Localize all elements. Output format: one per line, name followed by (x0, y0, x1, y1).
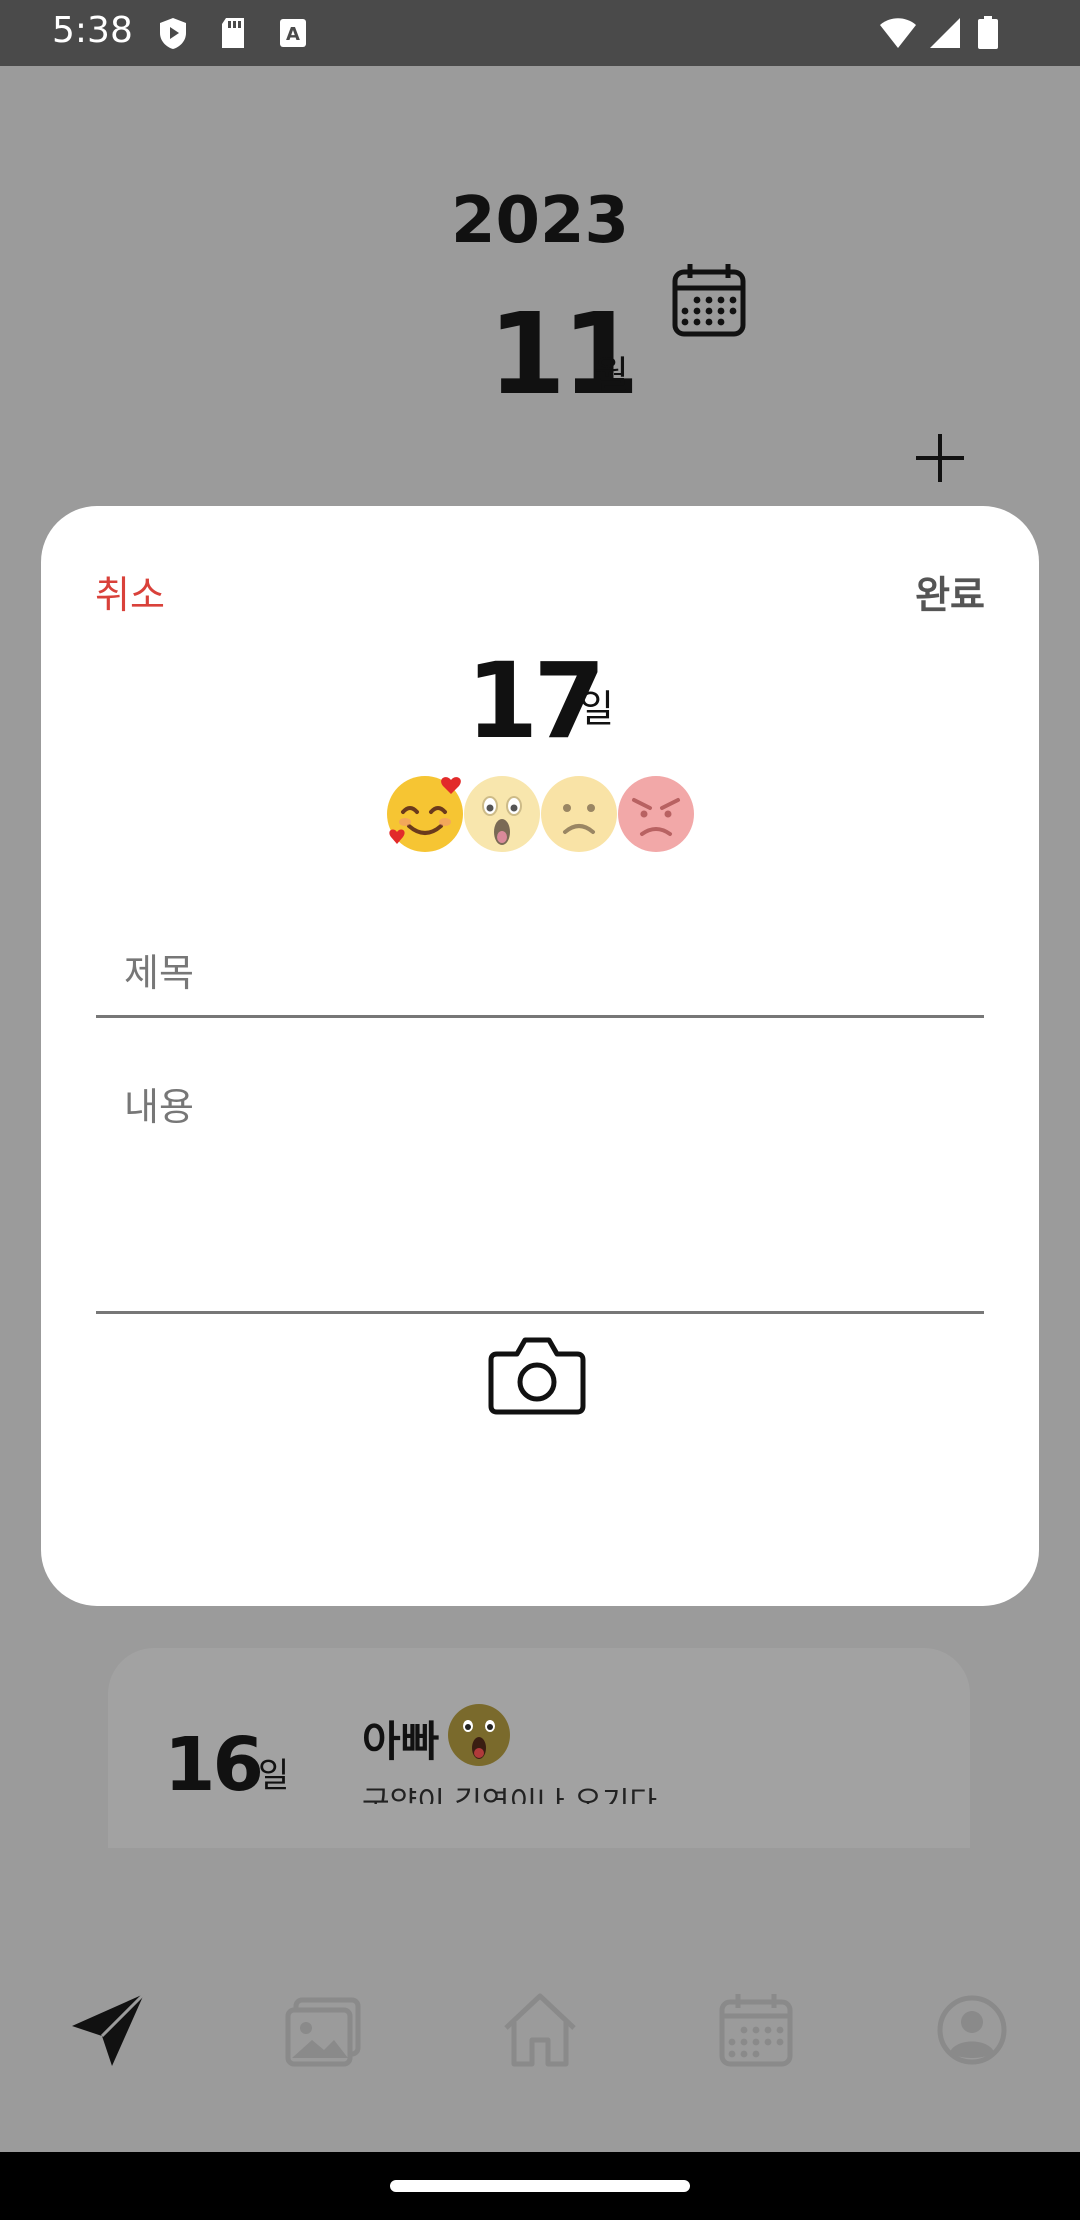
wifi-icon (880, 18, 916, 48)
calendar-picker-icon[interactable] (670, 262, 748, 340)
status-time: 5:38 (52, 10, 133, 51)
done-button[interactable]: 완료 (915, 564, 985, 619)
bottom-nav (0, 1960, 1080, 2100)
camera-icon[interactable] (487, 1330, 587, 1420)
calendar-icon[interactable] (714, 1988, 798, 2072)
cancel-button[interactable]: 취소 (95, 564, 165, 619)
title-field[interactable]: 제목 (96, 914, 984, 1018)
play-protect-icon (160, 18, 186, 49)
year-label: 2023 (450, 184, 630, 258)
content-field[interactable]: 내용 (96, 1046, 984, 1314)
mood-selector (385, 774, 705, 854)
gallery-icon[interactable] (282, 1988, 366, 2072)
love-emoji-icon[interactable] (385, 774, 465, 854)
angry-emoji-icon[interactable] (616, 774, 696, 854)
sd-card-icon (222, 18, 244, 48)
battery-icon (978, 16, 998, 49)
new-entry-dialog: 취소 완료 17 일 제목 내용 (41, 506, 1039, 1606)
entry-day-number: 16 (164, 1722, 264, 1808)
surprised-emoji-icon[interactable] (462, 774, 542, 854)
status-bar: 5:38 A (0, 0, 1080, 66)
keyboard-a-icon: A (280, 19, 306, 47)
entry-title: 아빠 (362, 1717, 440, 1766)
entry-preview: 구약이 김연이나 오기다 (362, 1788, 657, 1804)
screen: 5:38 A 2023 11 월 16 일 아빠 취소 완료 17 일 제목 내… (0, 0, 1080, 2220)
month-unit: 월 (594, 353, 629, 397)
content-placeholder: 내용 (124, 1085, 194, 1129)
profile-icon[interactable] (930, 1988, 1014, 2072)
title-placeholder: 제목 (124, 951, 194, 995)
sad-emoji-icon[interactable] (539, 774, 619, 854)
svg-text:A: A (286, 24, 300, 45)
surprised-emoji-icon (448, 1704, 510, 1766)
entry-day-unit: 일 (258, 1756, 290, 1796)
home-gesture-handle[interactable] (390, 2180, 690, 2192)
send-icon[interactable] (66, 1988, 150, 2072)
add-entry-button[interactable] (912, 430, 968, 486)
home-icon[interactable] (498, 1988, 582, 2072)
dialog-day-unit: 일 (579, 687, 614, 731)
signal-icon (930, 18, 960, 48)
